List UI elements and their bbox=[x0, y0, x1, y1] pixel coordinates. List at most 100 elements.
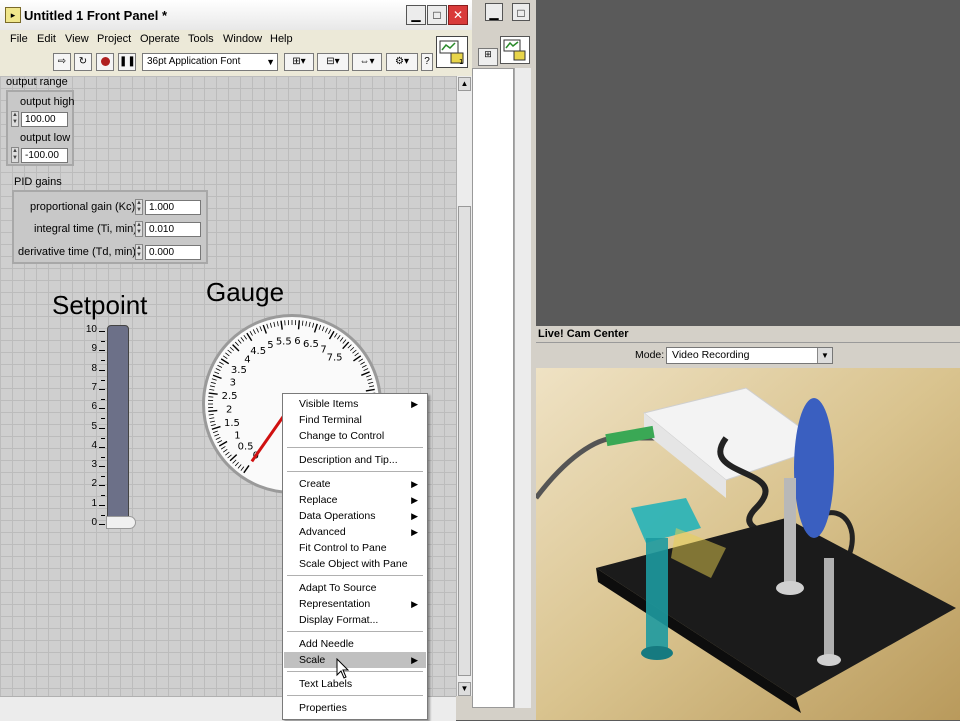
td-spinner[interactable]: ▲▼ bbox=[135, 244, 143, 260]
vi-icon[interactable]: 1 bbox=[436, 36, 468, 68]
menu-item-label: Scale Object with Pane bbox=[299, 558, 408, 570]
gauge-minor-tick bbox=[209, 414, 214, 415]
setpoint-major-tick bbox=[99, 331, 105, 332]
resize-objects-icon[interactable]: ⇔▾ bbox=[352, 53, 382, 71]
menu-item-label: Adapt To Source bbox=[299, 582, 376, 594]
menu-item-visible-items[interactable]: Visible Items▶ bbox=[284, 396, 426, 412]
kc-spinner[interactable]: ▲▼ bbox=[135, 199, 143, 215]
menu-item-scale[interactable]: Scale▶ bbox=[284, 652, 426, 668]
output-high-spinner[interactable]: ▲▼ bbox=[11, 111, 19, 127]
menu-item-fit-control-to-pane[interactable]: Fit Control to Pane bbox=[284, 540, 426, 556]
menu-item-create[interactable]: Create▶ bbox=[284, 476, 426, 492]
gauge-minor-tick bbox=[325, 328, 327, 333]
setpoint-tick-label: 1 bbox=[83, 498, 97, 509]
menu-item-advanced[interactable]: Advanced▶ bbox=[284, 524, 426, 540]
menu-bar: File Edit View Project Operate Tools Win… bbox=[0, 30, 472, 49]
bd-vertical-scrollbar[interactable] bbox=[514, 68, 531, 708]
align-objects-icon[interactable]: ⊞▾ bbox=[284, 53, 314, 71]
menu-help[interactable]: Help bbox=[270, 33, 293, 45]
labview-app-icon[interactable]: ▸ bbox=[5, 7, 21, 23]
setpoint-major-tick bbox=[99, 389, 105, 390]
setpoint-tick-label: 10 bbox=[83, 324, 97, 335]
menu-item-add-needle[interactable]: Add Needle bbox=[284, 636, 426, 652]
menu-item-description-and-tip[interactable]: Description and Tip... bbox=[284, 452, 426, 468]
setpoint-minor-tick bbox=[101, 341, 105, 342]
menu-window[interactable]: Window bbox=[223, 33, 262, 45]
run-arrow-icon[interactable]: ⇨ bbox=[53, 53, 71, 71]
td-field[interactable]: 0.000 bbox=[145, 245, 201, 260]
close-button[interactable]: ✕ bbox=[448, 5, 468, 25]
front-panel-titlebar[interactable]: ▸ Untitled 1 Front Panel * ▁ □ ✕ bbox=[0, 0, 472, 31]
block-diagram-canvas[interactable] bbox=[472, 68, 514, 708]
vertical-scrollbar[interactable]: ▲ ▼ bbox=[456, 76, 473, 696]
gauge-major-tick bbox=[366, 389, 375, 391]
gauge-minor-tick bbox=[309, 322, 310, 327]
bd-maximize-button[interactable]: □ bbox=[512, 3, 530, 21]
maximize-button[interactable]: □ bbox=[427, 5, 447, 25]
menu-item-label: Change to Control bbox=[299, 430, 384, 442]
menu-item-label: Representation bbox=[299, 598, 370, 610]
vertical-scroll-thumb[interactable] bbox=[458, 206, 471, 676]
menu-edit[interactable]: Edit bbox=[37, 33, 56, 45]
gauge-tick-label: 2.5 bbox=[222, 391, 238, 402]
ti-spinner[interactable]: ▲▼ bbox=[135, 221, 143, 237]
gauge-tick-label: 4.5 bbox=[250, 346, 266, 357]
gauge-minor-tick bbox=[211, 424, 216, 425]
menu-item-scale-object-with-pane[interactable]: Scale Object with Pane bbox=[284, 556, 426, 572]
menu-tools[interactable]: Tools bbox=[188, 33, 214, 45]
distribute-objects-icon[interactable]: ⊟▾ bbox=[317, 53, 349, 71]
menu-separator bbox=[287, 471, 423, 472]
output-low-field[interactable]: -100.00 bbox=[21, 148, 68, 163]
gauge-major-tick bbox=[209, 393, 218, 394]
menu-operate[interactable]: Operate bbox=[140, 33, 180, 45]
kc-field[interactable]: 1.000 bbox=[145, 200, 201, 215]
font-selector[interactable]: 36pt Application Font ▼ bbox=[142, 53, 278, 71]
minimize-button[interactable]: ▁ bbox=[406, 5, 426, 25]
menu-separator bbox=[287, 631, 423, 632]
reorder-icon[interactable]: ⚙▾ bbox=[386, 53, 418, 71]
gauge-minor-tick bbox=[343, 340, 346, 344]
menu-item-text-labels[interactable]: Text Labels bbox=[284, 676, 426, 692]
menu-item-display-format[interactable]: Display Format... bbox=[284, 612, 426, 628]
gauge-minor-tick bbox=[270, 323, 271, 328]
menu-item-find-terminal[interactable]: Find Terminal bbox=[284, 412, 426, 428]
setpoint-major-tick bbox=[99, 428, 105, 429]
menu-item-representation[interactable]: Representation▶ bbox=[284, 596, 426, 612]
bd-align-icon[interactable]: ⊞ bbox=[478, 48, 498, 66]
help-icon[interactable]: ? bbox=[421, 53, 433, 71]
output-high-field[interactable]: 100.00 bbox=[21, 112, 68, 127]
gauge-minor-tick bbox=[367, 379, 372, 381]
menu-project[interactable]: Project bbox=[97, 33, 131, 45]
menu-item-replace[interactable]: Replace▶ bbox=[284, 492, 426, 508]
pause-icon[interactable]: ❚❚ bbox=[118, 53, 136, 71]
abort-icon[interactable] bbox=[96, 53, 114, 71]
gauge-minor-tick bbox=[214, 434, 219, 436]
setpoint-tick-label: 8 bbox=[83, 363, 97, 374]
font-selector-value: 36pt Application Font bbox=[147, 56, 240, 67]
menu-item-adapt-to-source[interactable]: Adapt To Source bbox=[284, 580, 426, 596]
menu-file[interactable]: File bbox=[10, 33, 28, 45]
bd-minimize-button[interactable]: ▁ bbox=[485, 3, 503, 21]
gauge-minor-tick bbox=[369, 386, 374, 387]
gauge-major-tick bbox=[212, 427, 221, 430]
gauge-major-tick bbox=[208, 411, 217, 412]
output-low-spinner[interactable]: ▲▼ bbox=[11, 147, 19, 163]
menu-item-data-operations[interactable]: Data Operations▶ bbox=[284, 508, 426, 524]
menu-view[interactable]: View bbox=[65, 33, 89, 45]
gauge-minor-tick bbox=[221, 446, 225, 449]
setpoint-slider-track[interactable] bbox=[107, 325, 129, 527]
gauge-minor-tick bbox=[274, 322, 275, 327]
run-continuously-icon[interactable]: ↻ bbox=[74, 53, 92, 71]
scroll-down-icon[interactable]: ▼ bbox=[458, 682, 471, 696]
scroll-up-icon[interactable]: ▲ bbox=[458, 77, 471, 91]
camera-video-feed bbox=[536, 368, 960, 720]
bd-vi-icon[interactable] bbox=[500, 36, 530, 64]
mode-dropdown[interactable]: Video Recording ▼ bbox=[666, 347, 833, 364]
menu-item-change-to-control[interactable]: Change to Control bbox=[284, 428, 426, 444]
ti-field[interactable]: 0.010 bbox=[145, 222, 201, 237]
setpoint-minor-tick bbox=[101, 476, 105, 477]
gauge-minor-tick bbox=[228, 350, 232, 353]
setpoint-slider-thumb[interactable] bbox=[106, 516, 136, 529]
gauge-minor-tick bbox=[306, 321, 307, 326]
menu-item-properties[interactable]: Properties bbox=[284, 700, 426, 716]
